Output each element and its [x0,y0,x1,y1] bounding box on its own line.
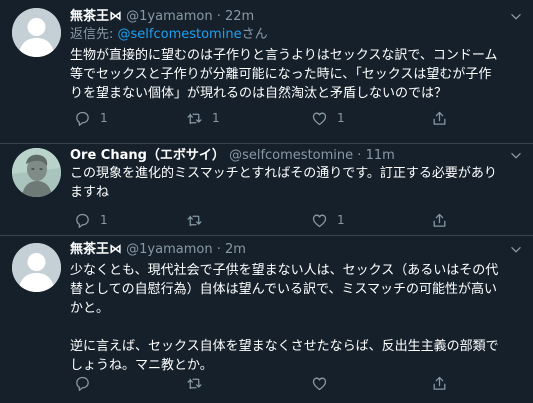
user-handle[interactable]: @1yamamon [126,242,212,257]
reply-button[interactable] [74,373,100,393]
reply-icon [76,213,89,228]
chevron-down-icon[interactable] [509,149,523,163]
timestamp[interactable]: 11m [366,148,395,163]
tweet-2[interactable]: Ore Chang（エボサイ） @selfcomestomine · 11m こ… [0,144,533,235]
reply-count: 1 [100,111,108,125]
tweet-3[interactable]: 無茶王⋈ @1yamamon · 2m 少なくとも、現代社会で子供を望まない人は… [0,236,533,403]
retweet-count: 1 [212,111,220,125]
share-button[interactable] [431,108,448,128]
chevron-down-icon[interactable] [509,10,523,24]
share-icon [433,213,446,227]
reply-button[interactable]: 1 [74,210,108,230]
timestamp[interactable]: 22m [225,9,254,24]
tweet-text: 生物が直接的に望むのは子作りと言うよりはセックスな訳で、コンドーム 等でセックス… [70,48,498,101]
tweet-actions: 1 1 [66,210,486,230]
chevron-down-icon[interactable] [509,243,523,257]
tweet-text: 少なくとも、現代社会で子供を望まない人は、セックス（あるいはその代 替としての自… [70,263,499,373]
heart-icon [312,377,327,390]
avatar-1yamamon[interactable] [12,8,61,57]
display-name[interactable]: 無茶王⋈ [70,9,122,24]
replying-to-suffix: さん [241,27,268,42]
display-name[interactable]: Ore Chang（エボサイ） [70,148,225,163]
like-button[interactable]: 1 [311,210,345,230]
replying-to-label: 返信先: [70,27,118,42]
reply-icon [76,376,89,391]
timestamp[interactable]: 2m [225,242,246,257]
retweet-icon [187,113,202,124]
tweet-header: 無茶王⋈ @1yamamon · 22m [70,8,254,26]
statue-bust-icon [12,148,61,197]
tweet-actions: 1 1 1 [66,108,486,128]
heart-icon [312,214,327,227]
default-avatar-icon [12,8,61,57]
tweet-header: 無茶王⋈ @1yamamon · 2m [70,241,246,259]
tweet-text: この現象を進化的ミスマッチとすればその通りです。訂正する必要があり ますね [70,166,497,200]
avatar-selfcomestomine[interactable] [12,148,61,197]
like-count: 1 [337,111,345,125]
user-handle[interactable]: @selfcomestomine [229,148,353,163]
share-icon [433,376,446,390]
share-button[interactable] [431,210,448,230]
separator-dot: · [216,9,221,24]
retweet-button[interactable] [186,210,212,230]
separator-dot: · [216,242,221,257]
like-button[interactable]: 1 [311,108,345,128]
retweet-icon [187,215,202,226]
reply-icon [76,111,89,126]
display-name[interactable]: 無茶王⋈ [70,242,122,257]
default-avatar-icon [12,243,61,292]
retweet-button[interactable]: 1 [186,108,220,128]
avatar-1yamamon[interactable] [12,243,61,292]
reply-count: 1 [100,213,108,227]
heart-icon [312,112,327,125]
tweet-header: Ore Chang（エボサイ） @selfcomestomine · 11m [70,147,395,165]
retweet-button[interactable] [186,373,212,393]
user-handle[interactable]: @1yamamon [126,9,212,24]
reply-button[interactable]: 1 [74,108,108,128]
like-button[interactable] [311,373,337,393]
retweet-icon [187,378,202,389]
separator-dot: · [357,148,362,163]
tweet-actions [66,373,486,393]
tweet-1[interactable]: 無茶王⋈ @1yamamon · 22m 返信先: @selfcomestomi… [0,0,533,143]
replying-to: 返信先: @selfcomestomineさん [70,26,268,44]
share-button[interactable] [431,373,448,393]
like-count: 1 [337,213,345,227]
mention-link[interactable]: @selfcomestomine [118,27,242,42]
share-icon [433,111,446,125]
